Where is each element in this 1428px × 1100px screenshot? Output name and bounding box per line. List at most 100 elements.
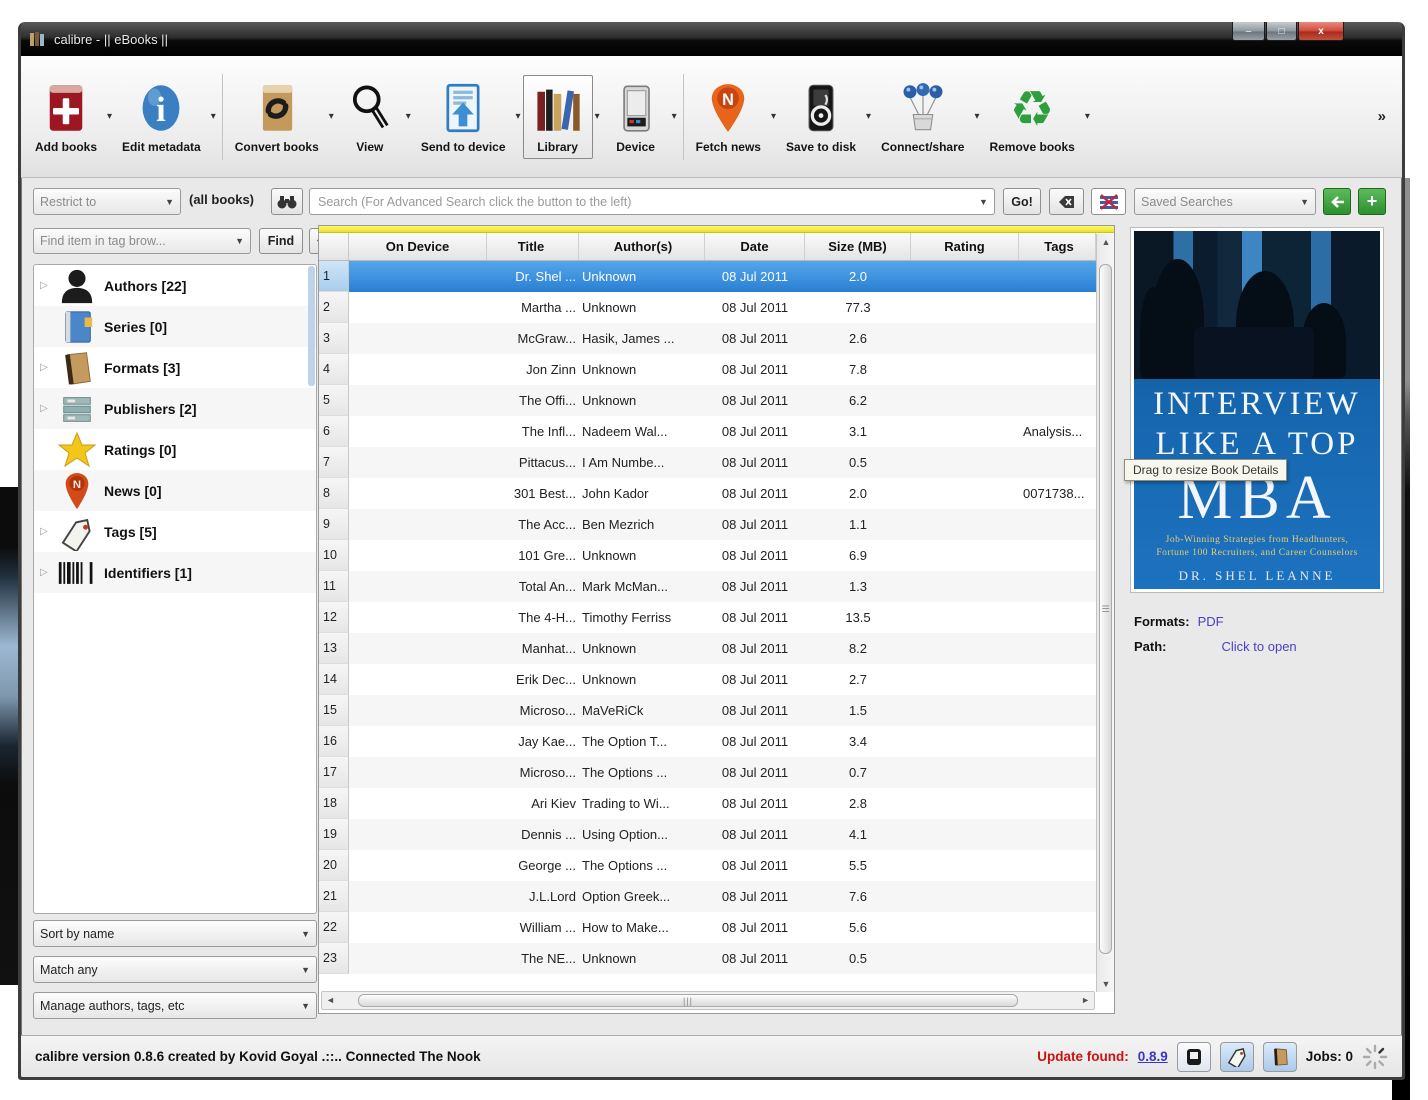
horizontal-scrollbar-thumb[interactable]: ||| — [358, 994, 1018, 1007]
toolbar-overflow-button[interactable]: » — [1378, 108, 1396, 125]
send-to-device-dropdown-icon[interactable]: ▾ — [516, 111, 521, 122]
minimize-button[interactable]: – — [1232, 22, 1265, 41]
table-row[interactable]: 4 Jon Zinn Unknown 08 Jul 2011 7.8 — [319, 354, 1114, 385]
maximize-button[interactable]: □ — [1266, 22, 1297, 41]
sort-by-combo[interactable]: Sort by name ▼ — [33, 920, 317, 947]
row-number[interactable]: 6 — [319, 416, 349, 447]
sidebar-item-publishers[interactable]: ▷ Publishers [2] — [34, 388, 316, 429]
row-number[interactable]: 23 — [319, 943, 349, 974]
row-number[interactable]: 9 — [319, 509, 349, 540]
connect-share-dropdown-icon[interactable]: ▾ — [974, 111, 979, 122]
device-status-button[interactable] — [1176, 1041, 1211, 1072]
row-number[interactable]: 22 — [319, 912, 349, 943]
edit-metadata-dropdown-icon[interactable]: ▾ — [211, 111, 216, 122]
horizontal-scrollbar[interactable]: ◄ ||| ► — [321, 991, 1095, 1010]
scroll-left-icon[interactable]: ◄ — [326, 995, 335, 1005]
table-row[interactable]: 14 Erik Dec... Unknown 08 Jul 2011 2.7 — [319, 664, 1114, 695]
close-button[interactable]: x — [1298, 22, 1344, 41]
device-dropdown-icon[interactable]: ▾ — [672, 111, 677, 122]
formats-link[interactable]: PDF — [1198, 614, 1224, 629]
library-dropdown-icon[interactable]: ▾ — [595, 111, 600, 122]
table-row[interactable]: 23 The NE... Unknown 08 Jul 2011 0.5 — [319, 943, 1114, 974]
column-header-authors[interactable]: Author(s) — [579, 233, 705, 260]
row-number[interactable]: 2 — [319, 292, 349, 323]
column-header-tags[interactable]: Tags — [1019, 233, 1096, 260]
save-search-button[interactable]: + — [1358, 188, 1386, 215]
row-number[interactable]: 14 — [319, 664, 349, 695]
expand-icon[interactable]: ▷ — [40, 526, 54, 537]
column-header-title[interactable]: Title — [487, 233, 579, 260]
find-item-combo[interactable]: Find item in tag brow... ▼ — [33, 228, 251, 254]
table-row[interactable]: 17 Microso... The Options ... 08 Jul 201… — [319, 757, 1114, 788]
vertical-scrollbar[interactable]: ▲ ☰ ▼ — [1096, 234, 1114, 992]
row-number[interactable]: 12 — [319, 602, 349, 633]
row-number[interactable]: 18 — [319, 788, 349, 819]
table-row[interactable]: 18 Ari Kiev Trading to Wi... 08 Jul 2011… — [319, 788, 1114, 819]
fetch-news-dropdown-icon[interactable]: ▾ — [771, 111, 776, 122]
match-combo[interactable]: Match any ▼ — [33, 956, 317, 983]
device-button[interactable]: Device — [602, 76, 670, 158]
path-link[interactable]: Click to open — [1222, 639, 1297, 654]
edit-metadata-button[interactable]: i Edit metadata — [114, 76, 209, 158]
table-row[interactable]: 5 The Offi... Unknown 08 Jul 2011 6.2 — [319, 385, 1114, 416]
connect-share-button[interactable]: Connect/share — [873, 76, 972, 158]
update-version-link[interactable]: 0.8.9 — [1138, 1049, 1168, 1064]
table-row[interactable]: 7 Pittacus... I Am Numbe... 08 Jul 2011 … — [319, 447, 1114, 478]
row-number[interactable]: 5 — [319, 385, 349, 416]
table-row[interactable]: 15 Microso... MaVeRiCk 08 Jul 2011 1.5 — [319, 695, 1114, 726]
send-to-device-button[interactable]: Send to device — [413, 76, 514, 158]
saved-searches-combo[interactable]: Saved Searches ▼ — [1134, 188, 1316, 215]
convert-books-dropdown-icon[interactable]: ▾ — [329, 111, 334, 122]
table-row[interactable]: 16 Jay Kae... The Option T... 08 Jul 201… — [319, 726, 1114, 757]
book-cover[interactable]: HOW TO INTERVIEW LIKE A TOP MBA Job-Winn… — [1130, 227, 1384, 593]
table-row[interactable]: 8 301 Best... John Kador 08 Jul 2011 2.0… — [319, 478, 1114, 509]
add-books-button[interactable]: Add books — [27, 76, 105, 158]
expand-icon[interactable]: ▷ — [40, 362, 54, 373]
table-row[interactable]: 22 William ... How to Make... 08 Jul 201… — [319, 912, 1114, 943]
expand-icon[interactable]: ▷ — [40, 280, 54, 291]
search-input[interactable] — [309, 188, 995, 215]
row-number[interactable]: 1 — [319, 261, 349, 292]
sidebar-item-authors[interactable]: ▷ Authors [22] — [34, 265, 316, 306]
row-number[interactable]: 13 — [319, 633, 349, 664]
save-to-disk-dropdown-icon[interactable]: ▾ — [866, 111, 871, 122]
scroll-up-icon[interactable]: ▲ — [1097, 234, 1115, 250]
remove-books-dropdown-icon[interactable]: ▾ — [1085, 111, 1090, 122]
sidebar-item-news[interactable]: N News [0] — [34, 470, 316, 511]
table-row[interactable]: 2 Martha ... Unknown 08 Jul 2011 77.3 — [319, 292, 1114, 323]
table-row[interactable]: 6 The Infl... Nadeem Wal... 08 Jul 2011 … — [319, 416, 1114, 447]
row-number[interactable]: 19 — [319, 819, 349, 850]
scroll-down-icon[interactable]: ▼ — [1097, 976, 1115, 992]
copy-search-button[interactable] — [1323, 188, 1351, 215]
row-number[interactable]: 17 — [319, 757, 349, 788]
table-row[interactable]: 13 Manhat... Unknown 08 Jul 2011 8.2 — [319, 633, 1114, 664]
tag-browser-scrollbar[interactable] — [308, 266, 315, 386]
convert-books-button[interactable]: Convert books — [227, 76, 327, 158]
find-button[interactable]: Find — [259, 228, 303, 254]
row-number[interactable]: 15 — [319, 695, 349, 726]
jobs-spinner-icon[interactable] — [1362, 1044, 1388, 1070]
column-header-date[interactable]: Date — [705, 233, 805, 260]
go-button[interactable]: Go! — [1003, 188, 1041, 215]
table-row[interactable]: 9 The Acc... Ben Mezrich 08 Jul 2011 1.1 — [319, 509, 1114, 540]
table-row[interactable]: 12 The 4-H... Timothy Ferriss 08 Jul 201… — [319, 602, 1114, 633]
library-button[interactable]: Library — [522, 74, 593, 159]
table-row[interactable]: 3 McGraw... Hasik, James ... 08 Jul 2011… — [319, 323, 1114, 354]
table-row[interactable]: 21 J.L.Lord Option Greek... 08 Jul 2011 … — [319, 881, 1114, 912]
row-number[interactable]: 20 — [319, 850, 349, 881]
row-number[interactable]: 21 — [319, 881, 349, 912]
fetch-news-button[interactable]: N Fetch news — [688, 76, 769, 158]
sidebar-item-tags[interactable]: ▷ Tags [5] — [34, 511, 316, 552]
add-books-dropdown-icon[interactable]: ▾ — [107, 111, 112, 122]
remove-books-button[interactable]: ♻ Remove books — [981, 76, 1082, 158]
view-button[interactable]: View — [336, 76, 404, 158]
sidebar-item-series[interactable]: Series [0] — [34, 306, 316, 347]
table-row[interactable]: 1 Dr. Shel ... Unknown 08 Jul 2011 2.0 — [319, 261, 1114, 292]
highlight-matches-button[interactable] — [1091, 188, 1126, 215]
view-dropdown-icon[interactable]: ▾ — [406, 111, 411, 122]
search-history-chevron-icon[interactable]: ▼ — [979, 197, 988, 207]
title-bar[interactable]: calibre - || eBooks || – □ x — [21, 22, 1402, 56]
advanced-search-button[interactable] — [271, 188, 303, 215]
row-number[interactable]: 11 — [319, 571, 349, 602]
tag-status-button[interactable] — [1219, 1041, 1254, 1072]
